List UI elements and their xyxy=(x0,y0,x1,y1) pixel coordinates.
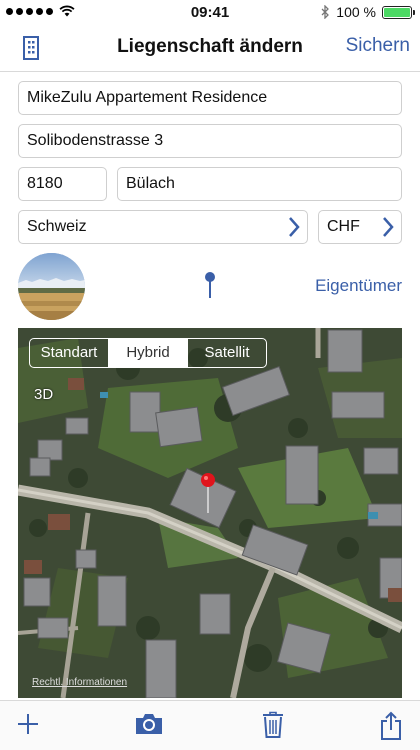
status-right: 100 % xyxy=(321,4,415,20)
navigation-bar: Liegenschaft ändern Sichern xyxy=(0,24,420,72)
zip-field[interactable] xyxy=(18,167,107,201)
battery-percent: 100 % xyxy=(336,4,376,20)
battery-icon xyxy=(382,5,415,19)
country-selector[interactable]: Schweiz xyxy=(18,210,308,244)
chevron-right-icon xyxy=(383,217,394,237)
map-mode-standart[interactable]: Standart xyxy=(30,339,109,367)
zip-input[interactable] xyxy=(27,175,98,193)
location-pin-icon[interactable] xyxy=(205,271,215,299)
map-type-control[interactable]: Standart Hybrid Satellit xyxy=(29,338,267,368)
landscape-image xyxy=(18,253,85,320)
property-name-field[interactable] xyxy=(18,81,402,115)
map-3d-button[interactable]: 3D xyxy=(34,386,53,403)
city-input[interactable] xyxy=(126,175,393,193)
bottom-toolbar xyxy=(0,700,420,750)
country-value: Schweiz xyxy=(27,218,87,235)
plus-icon[interactable] xyxy=(16,711,40,737)
owner-button[interactable]: Eigentümer xyxy=(315,276,402,296)
trash-icon[interactable] xyxy=(261,711,285,739)
currency-value: CHF xyxy=(327,218,360,235)
bluetooth-icon xyxy=(321,5,330,19)
map-location-pin-icon xyxy=(201,473,215,513)
street-field[interactable] xyxy=(18,124,402,158)
chevron-right-icon xyxy=(289,217,300,237)
legal-info-link[interactable]: Rechtl. Informationen xyxy=(32,677,127,688)
map-mode-satellit[interactable]: Satellit xyxy=(188,339,266,367)
city-field[interactable] xyxy=(117,167,402,201)
status-bar: 09:41 100 % xyxy=(0,0,420,24)
map-view[interactable]: Standart Hybrid Satellit 3D Rechtl. Info… xyxy=(18,328,402,698)
battery-level xyxy=(384,7,410,17)
map-mode-hybrid[interactable]: Hybrid xyxy=(109,339,188,367)
property-name-input[interactable] xyxy=(27,89,393,107)
property-photo[interactable] xyxy=(18,253,85,320)
currency-selector[interactable]: CHF xyxy=(318,210,402,244)
camera-icon[interactable] xyxy=(134,711,164,737)
street-input[interactable] xyxy=(27,132,393,150)
share-icon[interactable] xyxy=(380,711,402,741)
save-button[interactable]: Sichern xyxy=(346,35,410,57)
